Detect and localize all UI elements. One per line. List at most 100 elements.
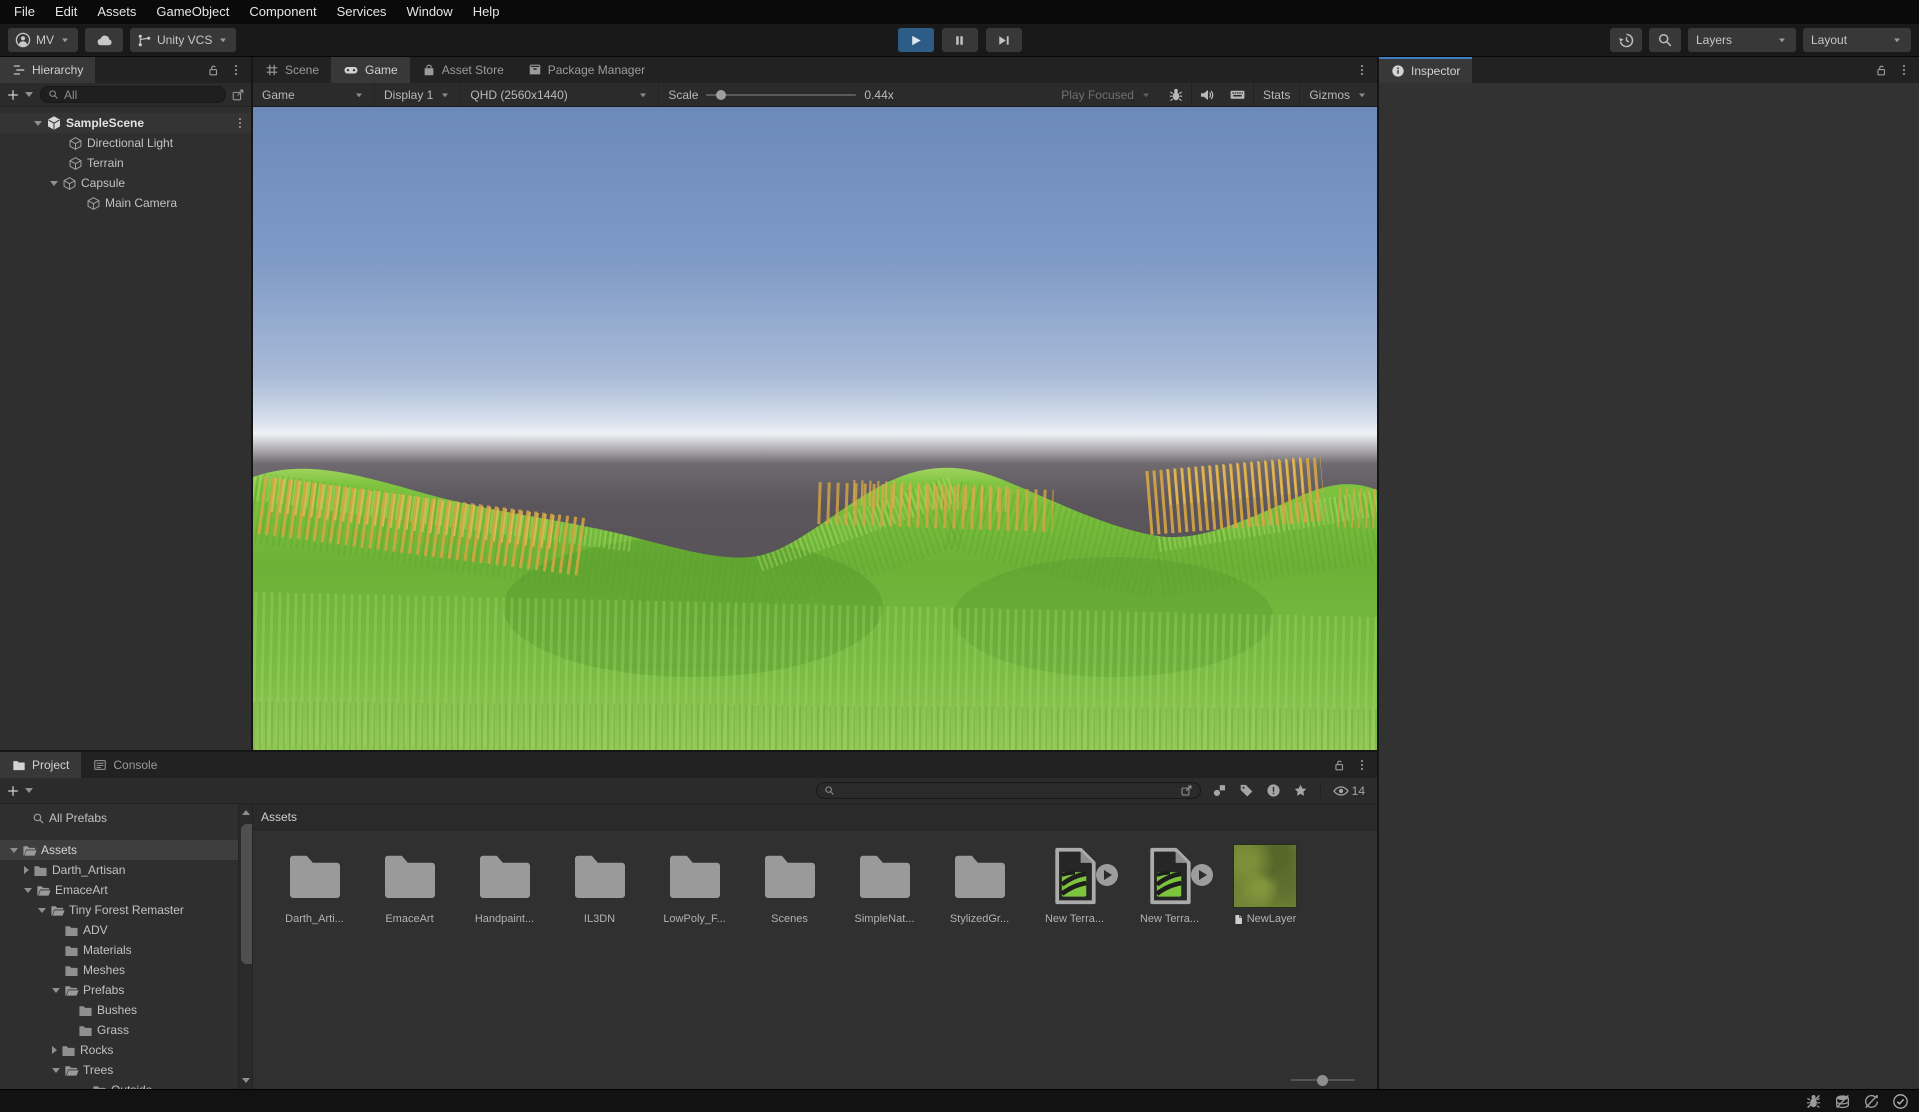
add-object-button[interactable] bbox=[6, 88, 20, 102]
game-viewport[interactable] bbox=[253, 107, 1377, 750]
tab-project[interactable]: Project bbox=[0, 752, 81, 778]
kebab-menu-icon[interactable] bbox=[233, 116, 247, 130]
kebab-menu-icon[interactable] bbox=[1897, 63, 1911, 77]
hierarchy-row[interactable]: Terrain bbox=[0, 153, 251, 173]
collapse-triangle[interactable] bbox=[10, 848, 18, 853]
tab-scene[interactable]: Scene bbox=[253, 57, 331, 83]
project-tree-row[interactable]: Materials bbox=[0, 940, 252, 960]
play-button[interactable] bbox=[898, 28, 934, 52]
project-tree-row[interactable]: Prefabs bbox=[0, 980, 252, 1000]
menu-window[interactable]: Window bbox=[396, 0, 462, 24]
display-dropdown[interactable]: Display 1 bbox=[375, 83, 461, 106]
kebab-menu-icon[interactable] bbox=[229, 63, 243, 77]
collapse-triangle[interactable] bbox=[50, 181, 58, 186]
tab-inspector[interactable]: Inspector bbox=[1379, 57, 1472, 83]
stats-button[interactable]: Stats bbox=[1254, 83, 1299, 106]
expand-triangle[interactable] bbox=[24, 866, 29, 874]
expand-triangle[interactable] bbox=[52, 1046, 57, 1054]
kebab-menu-icon[interactable] bbox=[1355, 758, 1369, 772]
asset-tile-folder[interactable]: EmaceArt bbox=[362, 844, 457, 925]
layers-dropdown[interactable]: Layers bbox=[1688, 28, 1796, 52]
scale-slider-knob[interactable] bbox=[716, 90, 726, 100]
asset-preview-arrow[interactable] bbox=[1096, 864, 1118, 886]
visibility-toggle[interactable]: 14 bbox=[1333, 783, 1365, 799]
asset-preview-arrow[interactable] bbox=[1191, 864, 1213, 886]
resolution-dropdown[interactable]: QHD (2560x1440) bbox=[461, 83, 659, 106]
hierarchy-row[interactable]: Main Camera bbox=[0, 193, 251, 213]
game-mode-dropdown[interactable]: Game bbox=[253, 83, 375, 106]
project-tree-row[interactable]: Trees bbox=[0, 1060, 252, 1080]
asset-tile-folder[interactable]: IL3DN bbox=[552, 844, 647, 925]
pause-button[interactable] bbox=[942, 28, 978, 52]
tab-hierarchy[interactable]: Hierarchy bbox=[0, 57, 95, 83]
asset-tile-terrain[interactable]: New Terra... bbox=[1122, 844, 1217, 925]
project-tree-row[interactable]: Rocks bbox=[0, 1040, 252, 1060]
project-tree-row[interactable]: Tiny Forest Remaster bbox=[0, 900, 252, 920]
collapse-triangle[interactable] bbox=[52, 1068, 60, 1073]
auto-refresh-disabled-icon[interactable] bbox=[1863, 1093, 1880, 1110]
filter-by-type-icon[interactable] bbox=[1212, 783, 1227, 798]
vsync-button[interactable] bbox=[1222, 83, 1253, 106]
scale-slider[interactable] bbox=[706, 94, 856, 96]
asset-tile-folder[interactable]: Handpaint... bbox=[457, 844, 552, 925]
menu-services[interactable]: Services bbox=[327, 0, 397, 24]
activity-ok-icon[interactable] bbox=[1892, 1093, 1909, 1110]
hierarchy-row[interactable]: Directional Light bbox=[0, 133, 251, 153]
frame-debugger-button[interactable] bbox=[1161, 83, 1191, 106]
asset-tile-texture[interactable]: NewLayer bbox=[1217, 844, 1312, 925]
project-tree-row[interactable]: ADV bbox=[0, 920, 252, 940]
scrollbar-thumb[interactable] bbox=[241, 824, 253, 964]
lock-icon[interactable] bbox=[206, 63, 220, 77]
hierarchy-row[interactable]: Capsule bbox=[0, 173, 251, 193]
open-search-window-icon[interactable] bbox=[1180, 784, 1193, 797]
undo-history-button[interactable] bbox=[1610, 28, 1642, 52]
search-button[interactable] bbox=[1649, 28, 1681, 52]
saved-search-all-prefabs[interactable]: All Prefabs bbox=[0, 808, 252, 828]
menu-help[interactable]: Help bbox=[463, 0, 510, 24]
asset-tile-folder[interactable]: Scenes bbox=[742, 844, 837, 925]
thumbnail-slider-knob[interactable] bbox=[1317, 1075, 1328, 1086]
create-asset-chevron[interactable] bbox=[25, 788, 33, 793]
project-tree-row[interactable]: Grass bbox=[0, 1020, 252, 1040]
asset-tile-terrain[interactable]: New Terra... bbox=[1027, 844, 1122, 925]
tab-asset-store[interactable]: Asset Store bbox=[410, 57, 516, 83]
lock-icon[interactable] bbox=[1874, 63, 1888, 77]
project-search-input[interactable] bbox=[816, 782, 1201, 799]
play-focused-dropdown[interactable]: Play Focused bbox=[1052, 83, 1161, 106]
tab-console[interactable]: Console bbox=[81, 752, 169, 778]
asset-tile-folder[interactable]: Darth_Arti... bbox=[267, 844, 362, 925]
hierarchy-search-input[interactable]: All bbox=[40, 86, 226, 103]
cloud-button[interactable] bbox=[85, 28, 123, 52]
layout-dropdown[interactable]: Layout bbox=[1803, 28, 1911, 52]
gizmos-dropdown[interactable]: Gizmos bbox=[1300, 83, 1377, 106]
step-button[interactable] bbox=[986, 28, 1022, 52]
unity-vcs-button[interactable]: Unity VCS bbox=[130, 28, 236, 52]
filter-by-label-icon[interactable] bbox=[1239, 783, 1254, 798]
account-button[interactable]: MV bbox=[8, 28, 78, 52]
menu-gameobject[interactable]: GameObject bbox=[146, 0, 239, 24]
project-tree-row[interactable]: Assets bbox=[0, 840, 252, 860]
debugger-disabled-icon[interactable] bbox=[1805, 1093, 1822, 1110]
tab-game[interactable]: Game bbox=[331, 57, 410, 83]
favorites-star-icon[interactable] bbox=[1293, 783, 1308, 798]
mute-audio-button[interactable] bbox=[1192, 83, 1222, 106]
asset-tile-folder[interactable]: SimpleNat... bbox=[837, 844, 932, 925]
hierarchy-row-scene[interactable]: SampleScene bbox=[0, 113, 251, 133]
hidden-packages-icon[interactable] bbox=[1266, 783, 1281, 798]
menu-file[interactable]: File bbox=[4, 0, 45, 24]
collapse-triangle[interactable] bbox=[24, 888, 32, 893]
kebab-menu-icon[interactable] bbox=[1355, 63, 1369, 77]
project-tree-row[interactable]: EmaceArt bbox=[0, 880, 252, 900]
menu-edit[interactable]: Edit bbox=[45, 0, 87, 24]
collapse-triangle[interactable] bbox=[34, 121, 42, 126]
project-tree-row[interactable]: Bushes bbox=[0, 1000, 252, 1020]
thumbnail-size-slider[interactable] bbox=[1291, 1079, 1355, 1081]
project-tree-row[interactable]: Darth_Artisan bbox=[0, 860, 252, 880]
project-tree-row[interactable]: Meshes bbox=[0, 960, 252, 980]
scroll-down-arrow[interactable] bbox=[242, 1078, 250, 1083]
open-search-window-icon[interactable] bbox=[231, 88, 245, 102]
tab-package-manager[interactable]: Package Manager bbox=[516, 57, 657, 83]
cache-server-disabled-icon[interactable] bbox=[1834, 1093, 1851, 1110]
menu-component[interactable]: Component bbox=[239, 0, 326, 24]
asset-tile-folder[interactable]: LowPoly_F... bbox=[647, 844, 742, 925]
